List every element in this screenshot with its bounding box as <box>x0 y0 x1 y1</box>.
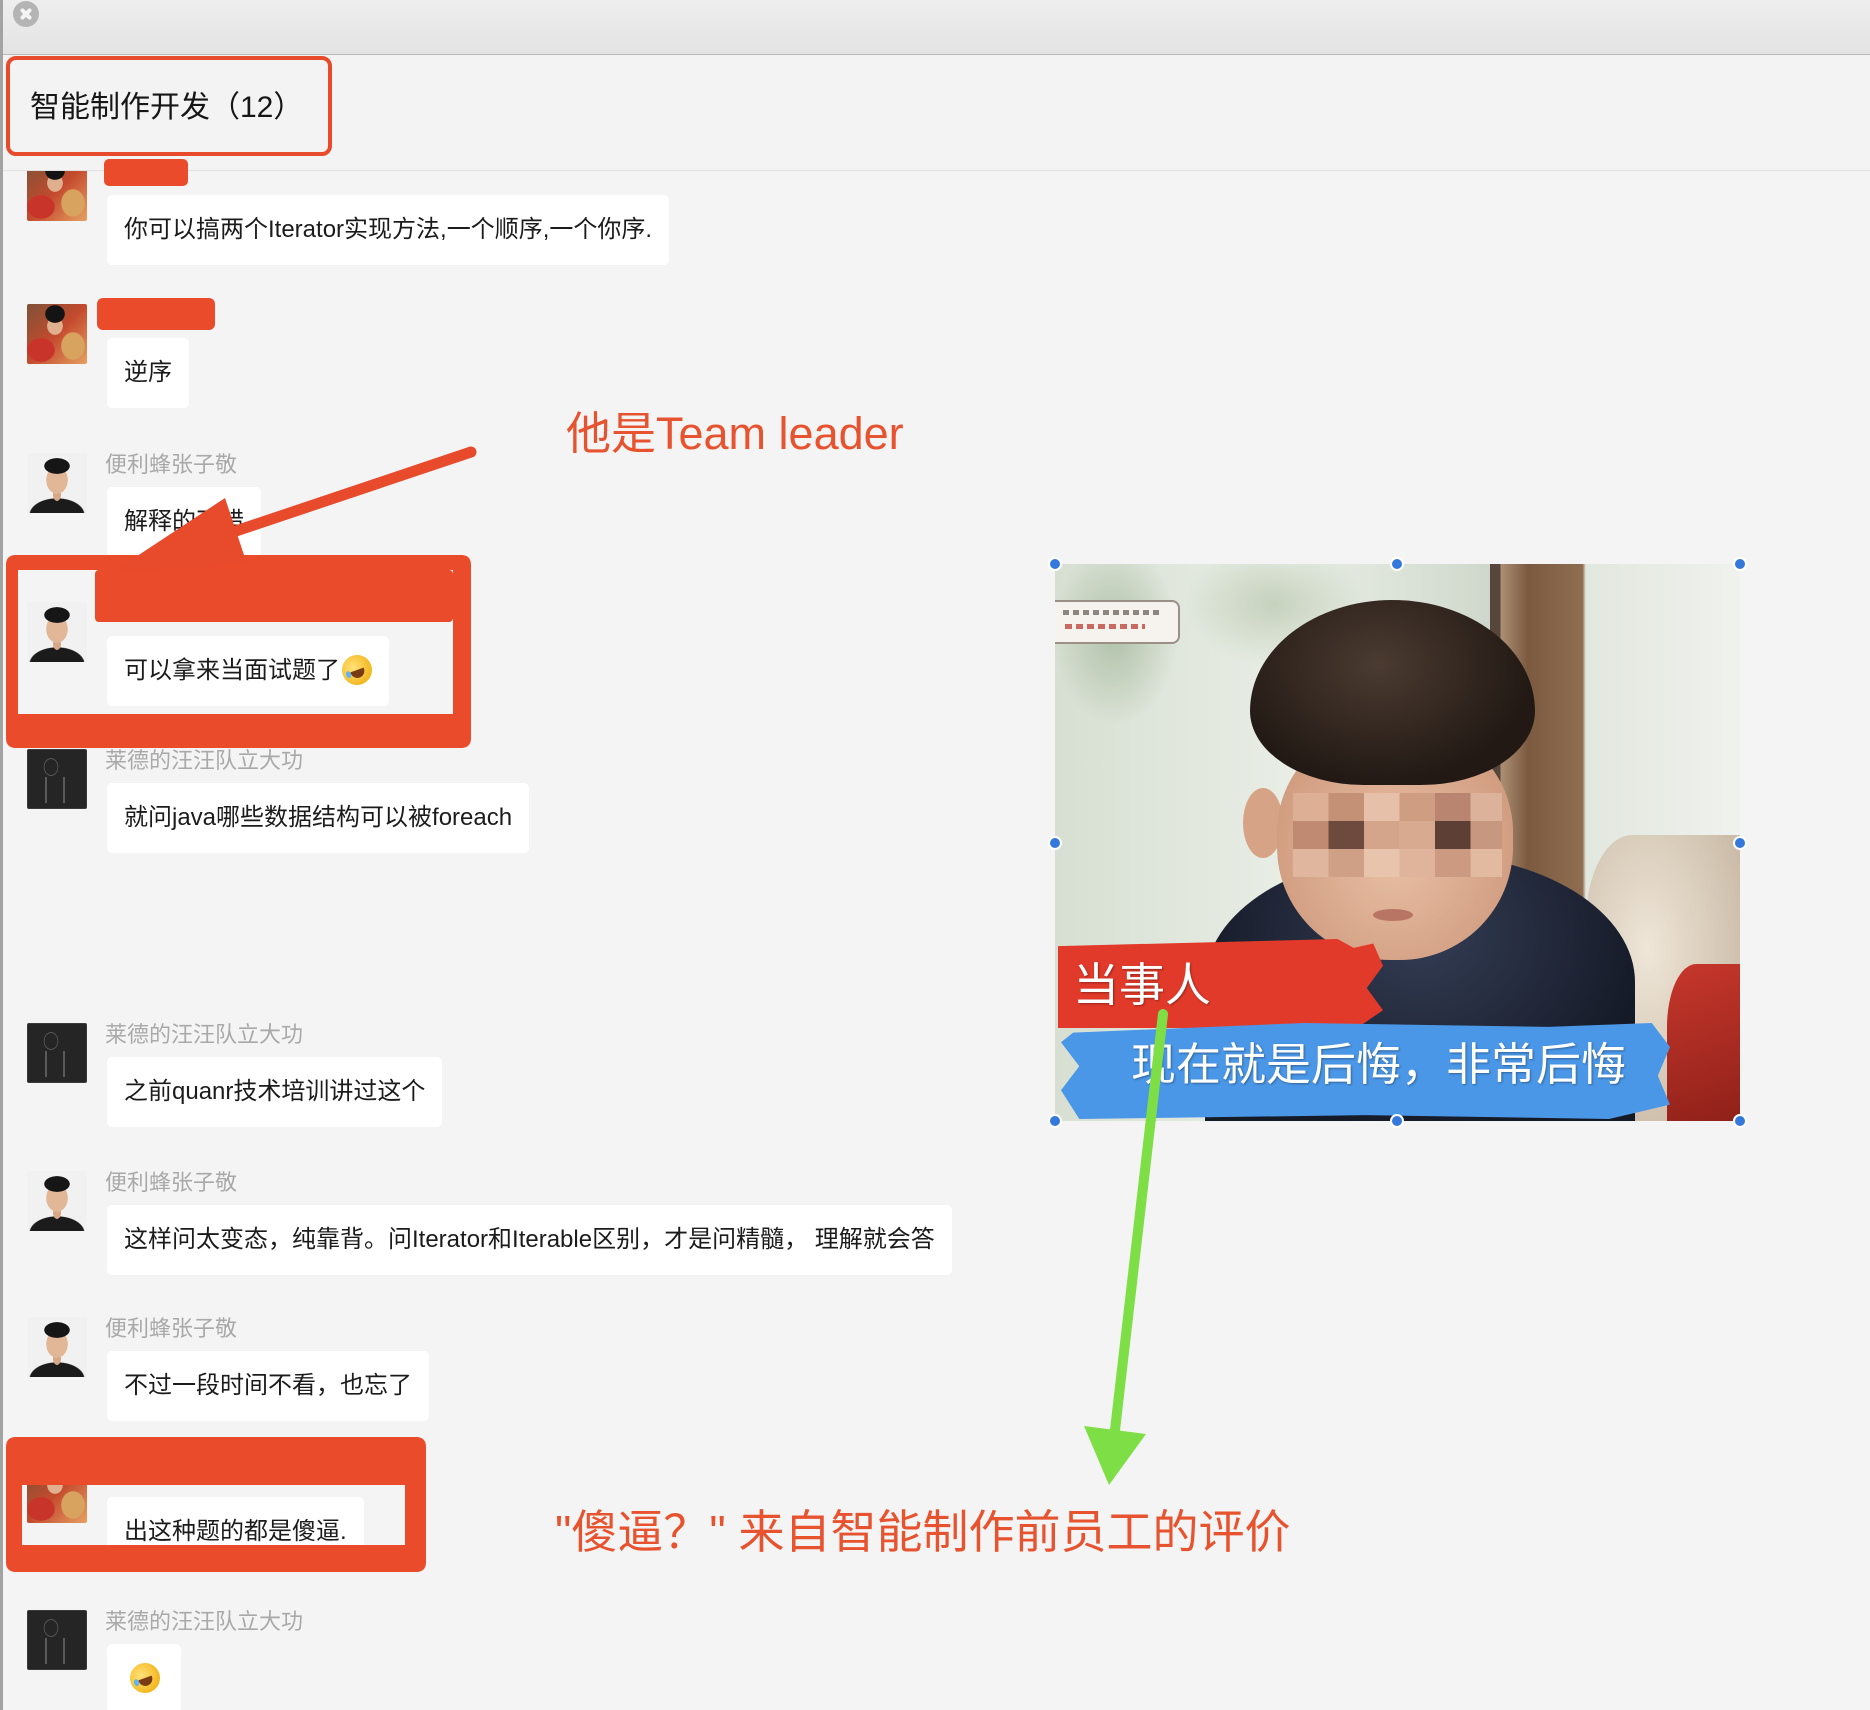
resize-handle-right[interactable] <box>1733 836 1747 850</box>
message: 逆序 <box>0 304 1100 414</box>
resize-handle-top-right[interactable] <box>1733 557 1747 571</box>
avatar[interactable] <box>27 1317 87 1377</box>
chat-title[interactable]: 智能制作开发（12） <box>30 91 303 125</box>
meme-baby-mouth <box>1373 909 1413 921</box>
sender-name: 便利蜂张子敬 <box>105 1170 238 1195</box>
resize-handle-bottom[interactable] <box>1390 1114 1404 1128</box>
meme-image[interactable]: 当事人 现在就是后悔，非常后悔 <box>1055 564 1740 1121</box>
window-title-bar <box>0 0 1870 55</box>
message-bubble[interactable]: 这样问太变态，纯靠背。问Iterator和Iterable区别，才是问精髓， 理… <box>107 1205 952 1275</box>
message-bubble[interactable]: 出这种题的都是傻逼. <box>107 1497 364 1567</box>
message: 便利蜂张子敬 解释的不错 <box>0 452 1100 563</box>
sender-name: 莱德的汪汪队立大功 <box>105 1022 304 1047</box>
meme-pixelated-eyes <box>1293 793 1502 877</box>
resize-handle-top[interactable] <box>1390 557 1404 571</box>
avatar[interactable] <box>27 1610 87 1670</box>
message-bubble[interactable] <box>107 1644 181 1710</box>
avatar[interactable] <box>27 602 87 662</box>
resize-handle-bottom-left[interactable] <box>1048 1114 1062 1128</box>
message: 莱德的汪汪队立大功 <box>0 1609 1100 1710</box>
laughing-emoji-icon <box>337 650 377 689</box>
meme-caption-label: 当事人 <box>1073 959 1211 1011</box>
message-bubble[interactable]: 解释的不错 <box>107 487 261 557</box>
message-bubble[interactable]: 逆序 <box>107 338 189 408</box>
message: 可以拿来当面试题了 <box>0 602 1100 712</box>
message: 便利蜂张子敬 不过一段时间不看，也忘了 <box>0 1316 1100 1427</box>
avatar[interactable] <box>27 1463 87 1523</box>
meme-red-cloth <box>1667 964 1740 1121</box>
resize-handle-bottom-right[interactable] <box>1733 1114 1747 1128</box>
avatar[interactable] <box>27 453 87 513</box>
avatar[interactable] <box>27 171 87 221</box>
message-bubble[interactable]: 不过一段时间不看，也忘了 <box>107 1351 429 1421</box>
resize-handle-top-left[interactable] <box>1048 557 1062 571</box>
laughing-emoji-icon <box>125 1658 165 1697</box>
message: 莱德的汪汪队立大功 就问java哪些数据结构可以被foreach <box>0 748 1100 859</box>
evaluation-annotation: "傻逼？" 来自智能制作前员工的评价 <box>555 1506 1291 1558</box>
chat-header: 智能制作开发（12） <box>0 55 1870 171</box>
avatar[interactable] <box>27 749 87 809</box>
message: 便利蜂张子敬 这样问太变态，纯靠背。问Iterator和Iterable区别，才… <box>0 1170 1100 1281</box>
sender-name: 莱德的汪汪队立大功 <box>105 748 304 773</box>
close-icon[interactable] <box>13 1 39 27</box>
sender-name: 便利蜂张子敬 <box>105 1316 238 1341</box>
avatar[interactable] <box>27 304 87 364</box>
resize-handle-left[interactable] <box>1048 836 1062 850</box>
message-bubble[interactable]: 可以拿来当面试题了 <box>107 636 389 706</box>
avatar[interactable] <box>27 1171 87 1231</box>
team-leader-annotation: 他是Team leader <box>566 408 904 459</box>
meme-caption-text: 现在就是后悔，非常后悔 <box>1131 1039 1627 1090</box>
meme-tv-sign <box>1055 600 1180 644</box>
message-text: 可以拿来当面试题了 <box>124 657 340 684</box>
message-bubble[interactable]: 就问java哪些数据结构可以被foreach <box>107 783 530 853</box>
sender-name: 便利蜂张子敬 <box>105 452 238 477</box>
message: 莱德的汪汪队立大功 之前quanr技术培训讲过这个 <box>0 1022 1100 1133</box>
message-bubble[interactable]: 之前quanr技术培训讲过这个 <box>107 1057 443 1127</box>
window-left-border <box>0 0 3 1710</box>
message: 你可以搞两个Iterator实现方法,一个顺序,一个你序. <box>0 171 1100 271</box>
message-bubble[interactable]: 你可以搞两个Iterator实现方法,一个顺序,一个你序. <box>107 195 670 265</box>
sender-name: 莱德的汪汪队立大功 <box>105 1609 304 1634</box>
avatar[interactable] <box>27 1023 87 1083</box>
